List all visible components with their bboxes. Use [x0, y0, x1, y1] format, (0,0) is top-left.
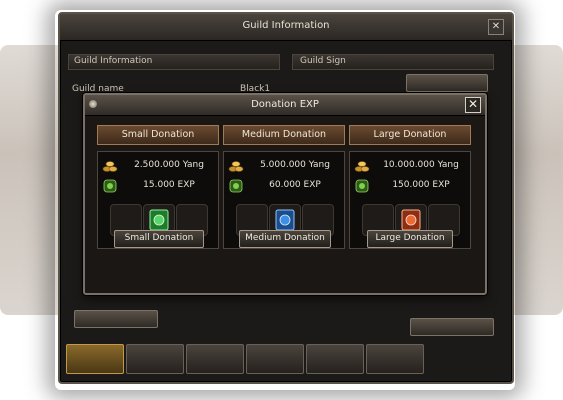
small-donation-button[interactable]: Small Donation: [114, 230, 204, 248]
exp-dragon-icon: [229, 179, 243, 193]
guild-titlebar[interactable]: Guild Information ✕: [60, 14, 512, 41]
donation-header: Small Donation: [97, 125, 219, 145]
donation-title: Donation EXP: [251, 99, 319, 110]
guild-sign-upload-button[interactable]: [406, 74, 488, 92]
tab-guild-skills[interactable]: [246, 344, 304, 374]
coin-stack-icon: [228, 161, 244, 172]
exp-reward: 150.000 EXP: [392, 180, 450, 190]
yang-cost: 10.000.000 Yang: [383, 160, 459, 170]
yang-cost: 2.500.000 Yang: [134, 160, 204, 170]
exp-reward-row: 15.000 EXP: [102, 178, 214, 194]
yang-cost-row: 5.000.000 Yang: [228, 158, 340, 174]
exp-dragon-icon: [355, 179, 369, 193]
donation-titlebar[interactable]: Donation EXP ✕: [85, 95, 485, 116]
yang-cost-row: 2.500.000 Yang: [102, 158, 214, 174]
guild-right-bottom-button[interactable]: [410, 318, 494, 336]
donation-exp-dialog: Donation EXP ✕ Small Donation 2.500.000 …: [83, 93, 487, 295]
exp-dragon-icon: [103, 179, 117, 193]
guild-info-section-title: Guild Information: [74, 56, 153, 66]
guild-sign-section-title: Guild Sign: [300, 56, 346, 66]
tab-guild-board[interactable]: [126, 344, 184, 374]
tab-guild-grades[interactable]: [306, 344, 364, 374]
exp-reward: 15.000 EXP: [143, 180, 195, 190]
guild-window-title: Guild Information: [242, 20, 330, 31]
medium-donation-button[interactable]: Medium Donation: [239, 230, 331, 248]
exp-reward: 60.000 EXP: [269, 180, 321, 190]
yang-cost: 5.000.000 Yang: [260, 160, 330, 170]
yang-cost-row: 10.000.000 Yang: [354, 158, 466, 174]
coin-stack-icon: [102, 161, 118, 172]
tab-guild-war[interactable]: [366, 344, 424, 374]
exp-reward-row: 60.000 EXP: [228, 178, 340, 194]
close-icon[interactable]: ✕: [465, 97, 481, 113]
guild-close-button[interactable]: ✕: [488, 19, 504, 35]
donation-header: Medium Donation: [223, 125, 345, 145]
donation-header: Large Donation: [349, 125, 471, 145]
guild-left-bottom-button[interactable]: [74, 310, 158, 328]
tab-guild-members[interactable]: [186, 344, 244, 374]
tab-guild-info[interactable]: [66, 344, 124, 374]
coin-stack-icon: [354, 161, 370, 172]
exp-reward-row: 150.000 EXP: [354, 178, 466, 194]
large-donation-button[interactable]: Large Donation: [367, 230, 453, 248]
